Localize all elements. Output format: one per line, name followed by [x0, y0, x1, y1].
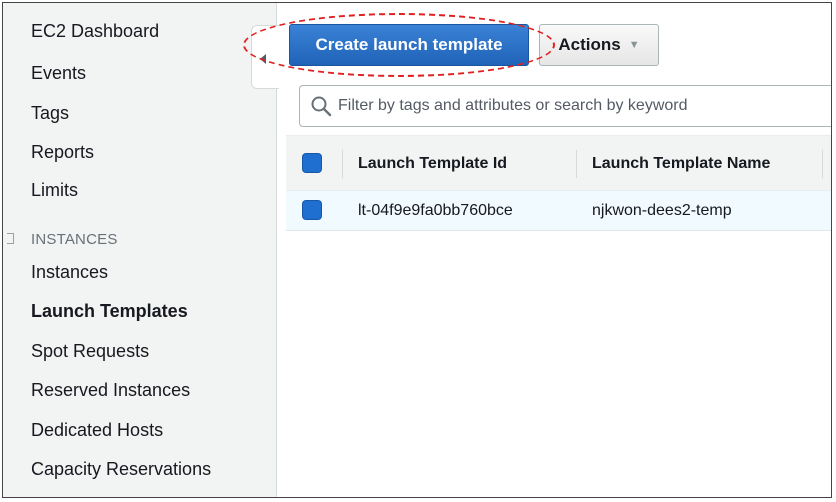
- actions-label: Actions: [558, 35, 621, 54]
- row-checkbox[interactable]: [302, 200, 322, 220]
- column-divider: [822, 150, 823, 178]
- console-frame: EC2 Dashboard Events Tags Reports Limits…: [2, 2, 832, 498]
- actions-dropdown-button[interactable]: Actions ▼: [539, 24, 659, 66]
- cell-launch-template-id: lt-04f9e9fa0bb760bce: [358, 202, 513, 219]
- column-header-id[interactable]: Launch Template Id: [358, 155, 507, 173]
- column-divider: [576, 150, 577, 178]
- search-input[interactable]: [338, 86, 828, 126]
- table-header: Launch Template Id Launch Template Name: [286, 135, 831, 191]
- sidebar-item-instances[interactable]: Instances: [31, 262, 108, 283]
- sidebar-item-events[interactable]: Events: [31, 63, 86, 84]
- sidebar-item-tags[interactable]: Tags: [31, 103, 69, 124]
- search-icon: [311, 96, 332, 117]
- chevron-left-icon: [260, 54, 266, 64]
- sidebar-item-launch-templates[interactable]: Launch Templates: [31, 301, 188, 322]
- select-all-checkbox[interactable]: [302, 153, 322, 173]
- table-row[interactable]: lt-04f9e9fa0bb760bce njkwon-dees2-temp: [286, 191, 831, 231]
- column-divider: [342, 150, 343, 178]
- collapse-section-icon[interactable]: [7, 233, 14, 244]
- chevron-down-icon: ▼: [628, 39, 640, 51]
- section-header-instances: INSTANCES: [31, 231, 118, 248]
- sidebar: EC2 Dashboard Events Tags Reports Limits…: [3, 3, 277, 497]
- sidebar-item-spot-requests[interactable]: Spot Requests: [31, 341, 149, 362]
- column-header-name[interactable]: Launch Template Name: [592, 155, 770, 173]
- create-launch-template-button[interactable]: Create launch template: [289, 24, 529, 66]
- sidebar-item-reserved-instances[interactable]: Reserved Instances: [31, 380, 190, 401]
- search-bar[interactable]: [299, 85, 831, 127]
- sidebar-item-ec2-dashboard[interactable]: EC2 Dashboard: [31, 21, 159, 42]
- sidebar-item-dedicated-hosts[interactable]: Dedicated Hosts: [31, 420, 163, 441]
- cell-launch-template-name: njkwon-dees2-temp: [592, 202, 732, 219]
- sidebar-item-limits[interactable]: Limits: [31, 180, 78, 201]
- sidebar-item-reports[interactable]: Reports: [31, 142, 94, 163]
- sidebar-item-capacity-reservations[interactable]: Capacity Reservations: [31, 459, 211, 480]
- sidebar-collapse-handle[interactable]: [251, 25, 279, 89]
